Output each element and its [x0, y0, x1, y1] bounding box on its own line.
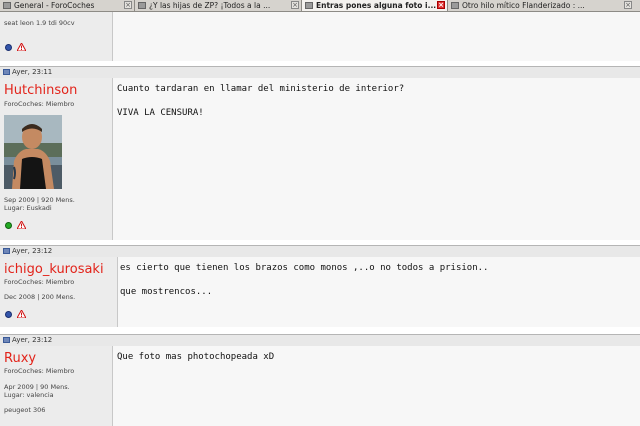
- post-date: Ayer, 23:12: [12, 336, 53, 344]
- post-body: Cuanto tardaran en llamar del ministerio…: [113, 78, 640, 240]
- post-text-line: que mostrencos...: [120, 287, 213, 297]
- offline-status-icon: [5, 44, 12, 51]
- tab-general[interactable]: General - ForoCoches ×: [0, 0, 135, 11]
- post-sidebar: Hutchinson ForoCoches: Miembro Sep 2009 …: [0, 78, 113, 240]
- page-icon: [138, 2, 146, 9]
- post-text-line: VIVA LA CENSURA!: [117, 108, 204, 118]
- report-icon[interactable]: [17, 310, 26, 318]
- offline-status-icon: [5, 311, 12, 318]
- post-body: es cierto que tienen los brazos como mon…: [118, 257, 640, 327]
- user-signature: seat leon 1.9 tdi 90cv: [4, 19, 75, 27]
- post-text-line: Que foto mas photochopeada xD: [117, 352, 275, 362]
- close-icon[interactable]: ×: [124, 1, 132, 9]
- tab-entras-pones[interactable]: Entras pones alguna foto i... ×: [302, 0, 448, 11]
- user-joined: Sep 2009 | 920 Mens.: [4, 196, 75, 204]
- post-text-line: Cuanto tardaran en llamar del ministerio…: [117, 84, 405, 94]
- tab-label: ¿Y las hijas de ZP? ¡Todos a la ...: [149, 1, 271, 10]
- page-icon: [451, 2, 459, 9]
- post-body: Que foto mas photochopeada xD: [113, 346, 640, 426]
- close-icon[interactable]: ×: [291, 1, 299, 9]
- tab-hijas-zp[interactable]: ¿Y las hijas de ZP? ¡Todos a la ... ×: [135, 0, 302, 11]
- post-icon: [3, 69, 10, 75]
- post-sidebar: Ruxy ForoCoches: Miembro Apr 2009 | 90 M…: [0, 346, 113, 426]
- post-icon: [3, 337, 10, 343]
- page-icon: [305, 2, 313, 9]
- browser-tab-bar: General - ForoCoches × ¿Y las hijas de Z…: [0, 0, 640, 12]
- user-location: Lugar: valencia: [4, 391, 54, 399]
- page-icon: [3, 2, 11, 9]
- user-rank: ForoCoches: Miembro: [4, 278, 75, 286]
- user-joined: Apr 2009 | 90 Mens.: [4, 383, 70, 391]
- avatar: [4, 115, 62, 189]
- post-sidebar: ichigo_kurosaki ForoCoches: Miembro Dec …: [0, 257, 118, 327]
- tab-otro-hilo[interactable]: Otro hilo mítico Flanderizado : ... ×: [448, 0, 640, 11]
- username-link[interactable]: ichigo_kurosaki: [4, 262, 104, 277]
- close-icon[interactable]: ×: [437, 1, 445, 9]
- post-sidebar: seat leon 1.9 tdi 90cv: [0, 12, 113, 61]
- user-joined: Dec 2008 | 200 Mens.: [4, 293, 76, 301]
- close-icon[interactable]: ×: [624, 1, 632, 9]
- username-link[interactable]: Hutchinson: [4, 83, 77, 98]
- tab-label: Entras pones alguna foto i...: [316, 1, 437, 10]
- post-date: Ayer, 23:11: [12, 68, 53, 76]
- post-body: [113, 12, 640, 61]
- post-date: Ayer, 23:12: [12, 247, 53, 255]
- username-link[interactable]: Ruxy: [4, 351, 36, 366]
- post-icon: [3, 248, 10, 254]
- user-location: Lugar: Euskadi: [4, 204, 52, 212]
- tab-label: Otro hilo mítico Flanderizado : ...: [462, 1, 585, 10]
- user-rank: ForoCoches: Miembro: [4, 367, 75, 375]
- online-status-icon: [5, 222, 12, 229]
- report-icon[interactable]: [17, 43, 26, 51]
- user-rank: ForoCoches: Miembro: [4, 100, 75, 108]
- post-text-line: es cierto que tienen los brazos como mon…: [120, 263, 489, 273]
- report-icon[interactable]: [17, 221, 26, 229]
- user-signature: peugeot 306: [4, 406, 46, 414]
- tab-label: General - ForoCoches: [14, 1, 95, 10]
